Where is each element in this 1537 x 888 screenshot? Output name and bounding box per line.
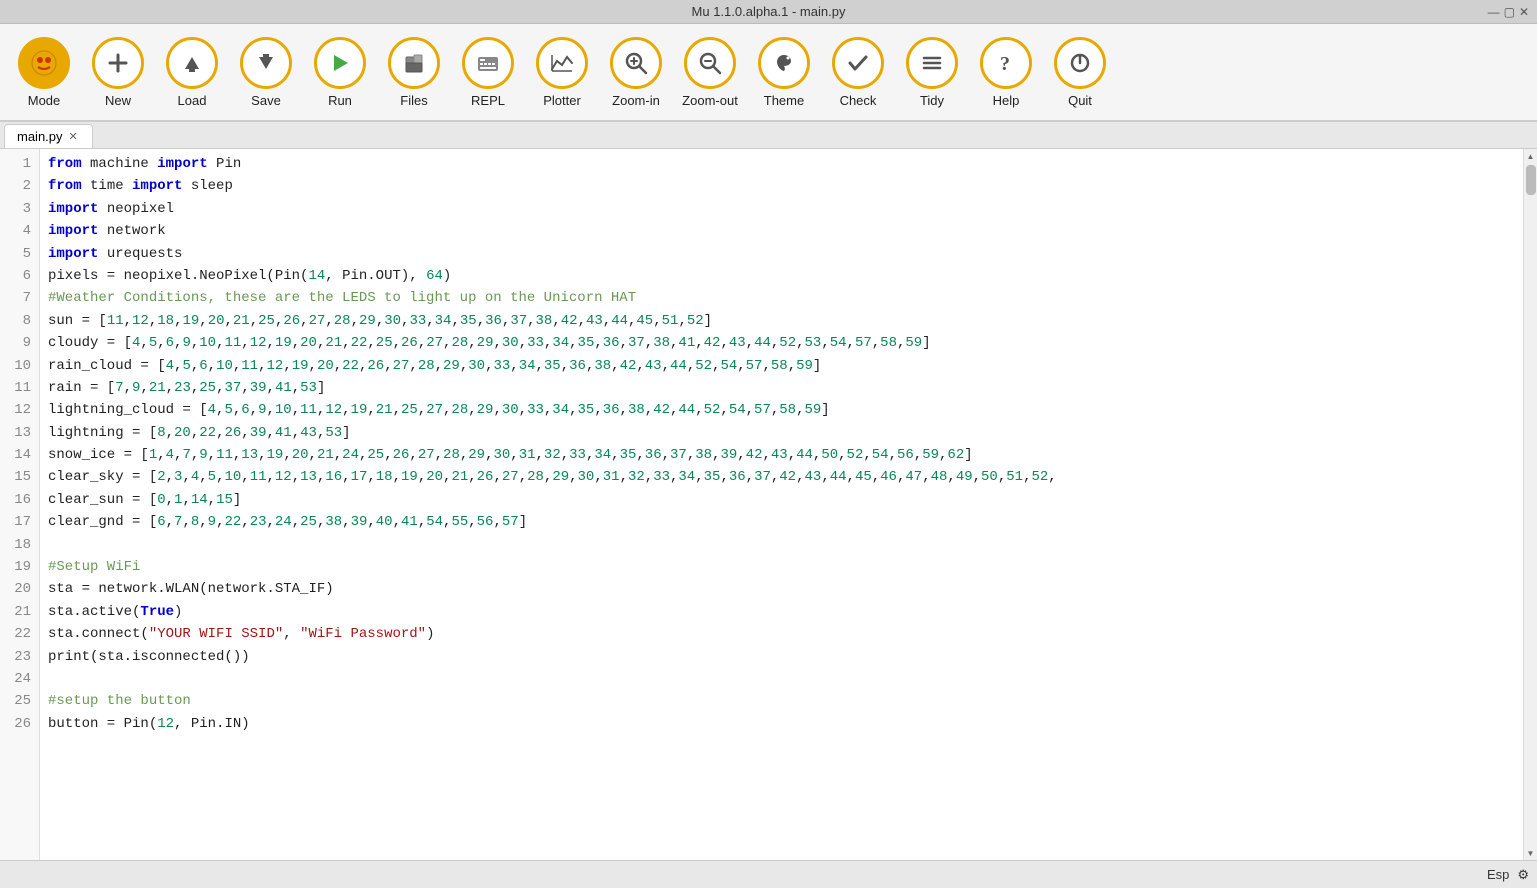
scroll-down-arrow[interactable]: ▼	[1524, 846, 1537, 860]
help-label: Help	[993, 93, 1020, 108]
window-title: Mu 1.1.0.alpha.1 - main.py	[692, 4, 846, 19]
quit-label: Quit	[1068, 93, 1092, 108]
run-icon	[314, 37, 366, 89]
settings-icon[interactable]: ⚙	[1517, 867, 1529, 883]
repl-button[interactable]: REPL	[452, 28, 524, 116]
tab-close-btn[interactable]: ✕	[67, 130, 80, 143]
tidy-label: Tidy	[920, 93, 944, 108]
load-label: Load	[178, 93, 207, 108]
title-bar: Mu 1.1.0.alpha.1 - main.py — ▢ ✕	[0, 0, 1537, 24]
files-label: Files	[400, 93, 427, 108]
scrollbar-right[interactable]: ▲ ▼	[1523, 149, 1537, 860]
zoom-in-label: Zoom-in	[612, 93, 660, 108]
theme-button[interactable]: Theme	[748, 28, 820, 116]
zoom-in-icon	[610, 37, 662, 89]
quit-button[interactable]: Quit	[1044, 28, 1116, 116]
load-button[interactable]: Load	[156, 28, 228, 116]
plotter-icon	[536, 37, 588, 89]
code-editor[interactable]: from machine import Pin from time import…	[40, 149, 1523, 860]
help-button[interactable]: ? Help	[970, 28, 1042, 116]
scroll-up-arrow[interactable]: ▲	[1524, 149, 1537, 163]
scroll-thumb[interactable]	[1526, 165, 1536, 195]
esp-label: Esp	[1487, 867, 1509, 882]
save-icon	[240, 37, 292, 89]
tab-label: main.py	[17, 129, 63, 144]
maximize-btn[interactable]: ▢	[1504, 5, 1515, 19]
files-icon	[388, 37, 440, 89]
run-button[interactable]: Run	[304, 28, 376, 116]
plotter-label: Plotter	[543, 93, 581, 108]
tidy-icon	[906, 37, 958, 89]
check-icon	[832, 37, 884, 89]
line-numbers: 12345 678910 1112131415 1617181920 21222…	[0, 149, 40, 860]
svg-text:?: ?	[1000, 53, 1010, 75]
check-label: Check	[840, 93, 877, 108]
minimize-btn[interactable]: —	[1488, 5, 1500, 19]
mode-icon	[18, 37, 70, 89]
zoom-out-button[interactable]: Zoom-out	[674, 28, 746, 116]
status-bar: Esp ⚙	[0, 860, 1537, 888]
close-btn[interactable]: ✕	[1519, 5, 1529, 19]
new-label: New	[105, 93, 131, 108]
zoom-out-label: Zoom-out	[682, 93, 738, 108]
editor-container: 12345 678910 1112131415 1617181920 21222…	[0, 149, 1537, 860]
zoom-out-icon	[684, 37, 736, 89]
mode-label: Mode	[28, 93, 61, 108]
toolbar: Mode New Load Save	[0, 24, 1537, 122]
load-icon	[166, 37, 218, 89]
new-button[interactable]: New	[82, 28, 154, 116]
repl-icon	[462, 37, 514, 89]
save-label: Save	[251, 93, 281, 108]
theme-icon	[758, 37, 810, 89]
window-controls[interactable]: — ▢ ✕	[1488, 5, 1529, 19]
run-label: Run	[328, 93, 352, 108]
plotter-button[interactable]: Plotter	[526, 28, 598, 116]
theme-label: Theme	[764, 93, 804, 108]
tabs-bar: main.py ✕	[0, 122, 1537, 149]
files-button[interactable]: Files	[378, 28, 450, 116]
zoom-in-button[interactable]: Zoom-in	[600, 28, 672, 116]
repl-label: REPL	[471, 93, 505, 108]
tidy-button[interactable]: Tidy	[896, 28, 968, 116]
mode-button[interactable]: Mode	[8, 28, 80, 116]
save-button[interactable]: Save	[230, 28, 302, 116]
quit-icon	[1054, 37, 1106, 89]
new-icon	[92, 37, 144, 89]
check-button[interactable]: Check	[822, 28, 894, 116]
help-icon: ?	[980, 37, 1032, 89]
tab-main-py[interactable]: main.py ✕	[4, 124, 93, 148]
